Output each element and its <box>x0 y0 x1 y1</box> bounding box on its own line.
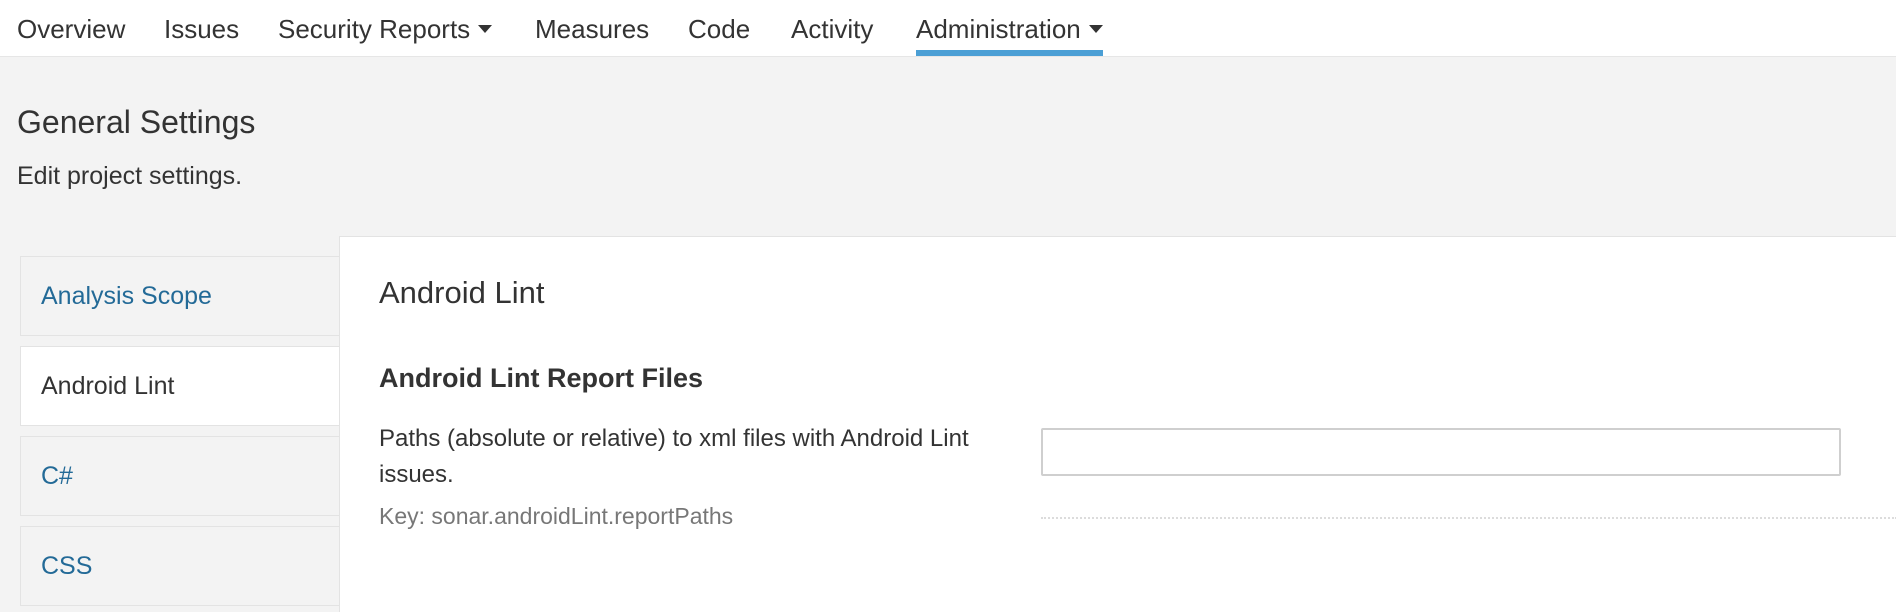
nav-security-reports[interactable]: Security Reports <box>278 0 493 56</box>
caret-down-icon <box>478 25 493 34</box>
nav-measures-label: Measures <box>535 14 650 44</box>
category-android-lint[interactable]: Android Lint <box>20 346 340 426</box>
category-label: CSS <box>41 552 93 580</box>
category-css[interactable]: CSS <box>20 526 340 606</box>
category-csharp[interactable]: C# <box>20 436 340 516</box>
nav-measures[interactable]: Measures <box>535 0 649 56</box>
nav-issues-label: Issues <box>164 14 240 44</box>
page-description: Edit project settings. <box>17 162 243 190</box>
nav-activity[interactable]: Activity <box>791 0 873 56</box>
nav-security-reports-label: Security Reports <box>278 14 471 44</box>
nav-code-label: Code <box>688 14 751 44</box>
setting-key: Key: sonar.androidLint.reportPaths <box>379 503 734 529</box>
category-analysis-scope[interactable]: Analysis Scope <box>20 256 340 336</box>
nav-activity-label: Activity <box>791 14 874 44</box>
top-navigation: Overview Issues Security Reports Measure… <box>0 0 1896 57</box>
section-title: Android Lint <box>379 275 545 310</box>
setting-title: Android Lint Report Files <box>379 363 703 393</box>
report-paths-input[interactable] <box>1041 428 1841 476</box>
category-label: Android Lint <box>41 372 175 400</box>
nav-overview[interactable]: Overview <box>17 0 125 56</box>
setting-description: Paths (absolute or relative) to xml file… <box>379 425 969 488</box>
caret-down-icon <box>1088 25 1103 34</box>
divider <box>1041 517 1896 519</box>
page-title: General Settings <box>17 104 256 140</box>
nav-administration[interactable]: Administration <box>916 0 1103 56</box>
nav-administration-label: Administration <box>916 14 1081 44</box>
nav-issues[interactable]: Issues <box>164 0 239 56</box>
category-label: C# <box>41 462 73 490</box>
category-label: Analysis Scope <box>41 282 212 310</box>
nav-overview-label: Overview <box>17 14 126 44</box>
settings-panel: Android Lint Android Lint Report Files P… <box>339 236 1896 612</box>
nav-code[interactable]: Code <box>688 0 750 56</box>
